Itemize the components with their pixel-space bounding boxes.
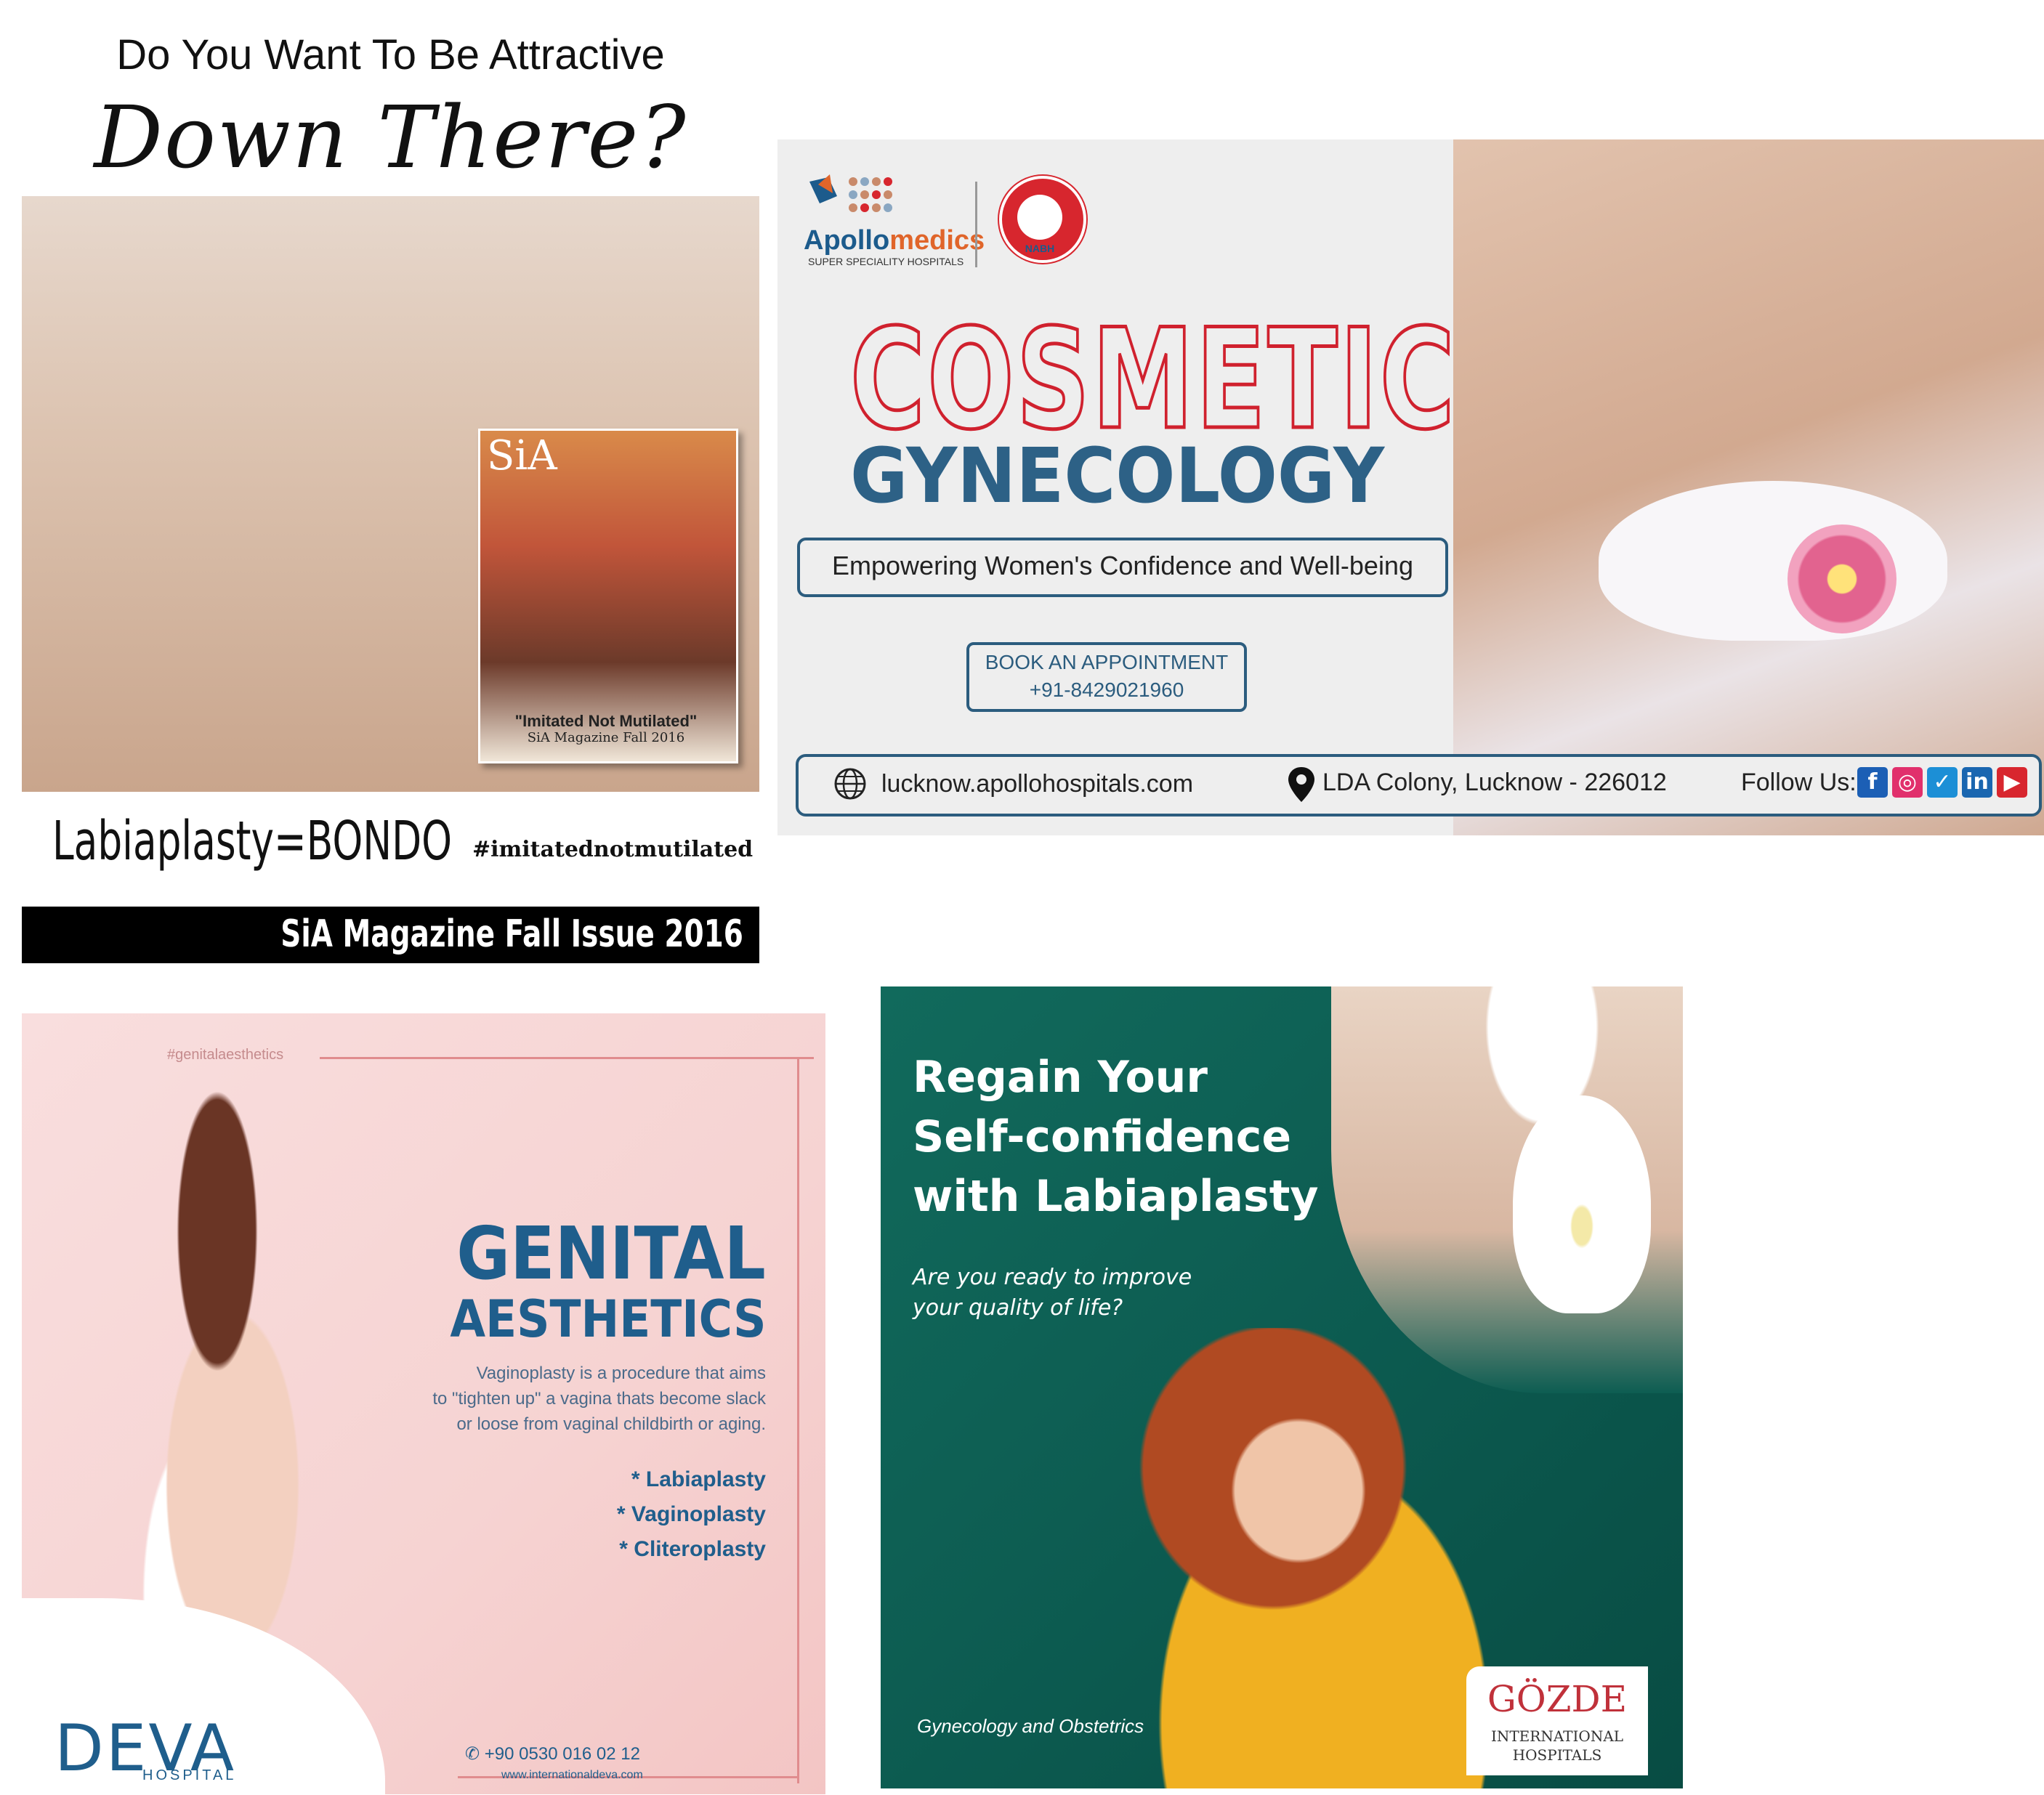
deva-logo-sub: HOSPITAL	[142, 1767, 237, 1783]
gozde-logo-line: HOSPITALS	[1512, 1746, 1602, 1764]
deva-website[interactable]: www.internationaldeva.com	[501, 1769, 643, 1782]
gozde-title-line: with Labiaplasty	[913, 1171, 1319, 1222]
youtube-icon[interactable]: ▶	[1997, 767, 2027, 798]
description-line: to "tighten up" a vagina thats become sl…	[432, 1389, 766, 1409]
facebook-icon[interactable]: f	[1857, 767, 1888, 798]
appointment-phone: +91-8429021960	[1029, 678, 1184, 701]
deva-phone: ✆ +90 0530 016 02 12	[465, 1743, 640, 1764]
gozde-title-line: Regain Your	[913, 1052, 1208, 1103]
magazine-cover-quote: "Imitated Not Mutilated"	[514, 712, 698, 730]
sia-tagline: Labiaplasty=BONDO	[52, 810, 453, 872]
apollo-ad: Apollomedics SUPER SPECIALITY HOSPITALS …	[777, 139, 2044, 835]
globe-icon	[834, 768, 866, 800]
gynecology-heading: GYNECOLOGY	[850, 431, 1385, 520]
gerbera-flower-icon	[1788, 524, 1896, 633]
apollo-brand-main: Apollo	[804, 225, 890, 256]
genital-heading: GENITAL	[456, 1211, 766, 1296]
frame-line-right	[797, 1057, 799, 1783]
apollo-logo-icon	[809, 174, 892, 212]
instagram-icon[interactable]: ◎	[1892, 767, 1923, 798]
gozde-ad: Regain Your Self-confidence with Labiapl…	[881, 986, 1683, 1788]
gozde-subtitle-line: your quality of life?	[913, 1295, 1123, 1321]
deva-ad: #genitalaesthetics GENITAL AESTHETICS Va…	[22, 1013, 825, 1794]
white-brief	[1599, 481, 1947, 641]
nabh-seal-inner	[1017, 195, 1062, 240]
description-line: or loose from vaginal childbirth or agin…	[456, 1414, 766, 1434]
twitter-icon[interactable]: ✓	[1927, 767, 1958, 798]
book-appointment-label: BOOK AN APPOINTMENT	[985, 651, 1229, 673]
procedure-item: * Labiaplasty	[631, 1467, 766, 1491]
sia-script-line: Down There?	[94, 87, 687, 187]
follow-us-label: Follow Us:	[1741, 769, 1857, 796]
phone-icon: ✆	[465, 1744, 485, 1764]
sia-ad: Do You Want To Be Attractive Down There?…	[22, 22, 759, 966]
frame-line-top	[320, 1057, 814, 1059]
logo-divider	[975, 182, 977, 267]
address-text: LDA Colony, Lucknow - 226012	[1322, 769, 1667, 796]
gozde-title-line: Self-confidence	[913, 1111, 1292, 1162]
magazine-cover-issue: SiA Magazine Fall 2016	[527, 730, 685, 745]
website-link[interactable]: lucknow.apollohospitals.com	[881, 770, 1193, 798]
procedure-item: * Vaginoplasty	[616, 1502, 766, 1526]
sia-headline: Do You Want To Be Attractive	[116, 31, 665, 78]
apollo-brand-sub: SUPER SPECIALITY HOSPITALS	[808, 256, 964, 267]
linkedin-icon[interactable]: in	[1962, 767, 1992, 798]
nabh-label: NABH	[1025, 243, 1055, 254]
location-pin-icon	[1288, 767, 1314, 802]
gozde-logo-line: INTERNATIONAL	[1490, 1727, 1624, 1745]
apollo-brand: Apollomedics	[804, 225, 985, 256]
magazine-cover-title: SiA	[487, 432, 557, 479]
slogan-text: Empowering Women's Confidence and Well-b…	[832, 551, 1413, 580]
procedure-item: * Cliteroplasty	[619, 1537, 766, 1561]
sia-hashtag: #imitatednotmutilated	[472, 837, 754, 862]
gozde-logo: GÖZDE	[1487, 1678, 1628, 1720]
deva-hashtag: #genitalaesthetics	[167, 1047, 284, 1063]
aesthetics-heading: AESTHETICS	[449, 1289, 766, 1349]
gozde-footer: Gynecology and Obstetrics	[917, 1715, 1144, 1737]
calla-lily-icon	[1513, 1095, 1651, 1313]
deva-phone-number: +90 0530 016 02 12	[484, 1744, 640, 1764]
apollo-brand-accent: medics	[889, 225, 985, 256]
sia-footer-text: SiA Magazine Fall Issue 2016	[280, 912, 743, 956]
gozde-subtitle-line: Are you ready to improve	[913, 1265, 1192, 1290]
description-line: Vaginoplasty is a procedure that aims	[476, 1364, 766, 1383]
